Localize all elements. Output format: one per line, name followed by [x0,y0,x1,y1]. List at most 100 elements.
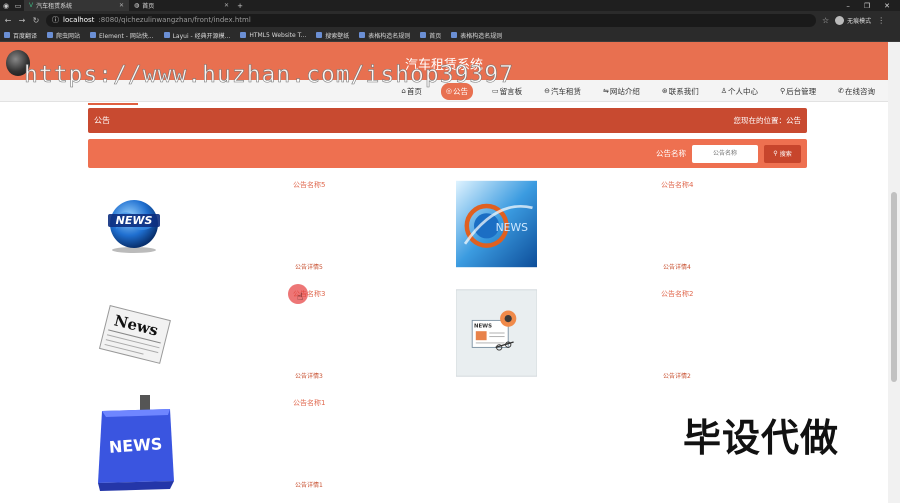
browser-settings-icon[interactable]: ◉ [0,0,12,11]
maximize-icon[interactable]: ❐ [864,2,870,10]
car-icon: ⊖ [544,87,550,95]
notice-icon: ◎ [445,87,452,95]
bookmark-item[interactable]: Element - 网站快... [90,31,154,40]
bookmark-label: 首页 [429,32,442,40]
incognito-icon [835,15,845,25]
back-icon[interactable]: ← [4,16,12,25]
minimize-icon[interactable]: – [846,2,850,10]
notice-card[interactable]: NEWS 公告名称1 公告详情1 [88,395,448,503]
nav-item[interactable]: ⇋ 网站介绍 [600,84,643,99]
svg-text:NEWS: NEWS [108,434,163,457]
notice-card[interactable]: NEWS 公告名称4 公告详情4 [456,177,816,285]
browser-tab-title: 首页 [142,3,155,10]
nav-item-label: 汽车租赁 [550,86,581,96]
bookmark-star-icon[interactable]: ☆ [822,16,829,25]
close-window-icon[interactable]: ✕ [884,2,890,10]
search-icon: ⚲ [773,150,778,157]
nav-item[interactable]: ♙ 个人中心 [718,84,761,99]
bookmark-item[interactable]: 百度翻译 [4,31,37,40]
breadcrumb: 您现在的位置：公告 [733,116,802,125]
nav-item[interactable]: ⚲ 后台管理 [777,84,819,99]
browser-tab-active[interactable]: V 汽车租赁系统 ✕ [24,0,129,11]
notice-card[interactable]: NEWS 公告名称5 公告详情5 [88,177,448,285]
search-button-label: 搜索 [779,151,792,158]
notice-card[interactable]: NEWS 公告名称2 公告详情2 [456,286,816,394]
bookmark-label: 表格构造名规则 [460,32,503,40]
newspaper-image: News [98,305,171,364]
notice-name[interactable]: 公告名称1 [293,398,325,408]
scrollbar-thumb[interactable] [891,192,897,382]
bookmark-icon [240,32,247,38]
menu-icon[interactable]: ⋮ [877,16,885,25]
bookmark-icon [90,32,97,38]
notice-header-bar: 公告 您现在的位置：公告 [88,108,807,133]
admin-icon: ⚲ [779,87,786,95]
chat-icon: ✆ [838,87,844,95]
page-scrollbar[interactable] [888,42,900,503]
notice-detail: 公告详情3 [295,373,323,380]
url-field[interactable]: ⓘ localhost:8080/qichezulinwangzhan/fron… [46,13,816,27]
bookmark-label: HTML5 Website T... [249,31,307,39]
nav-item[interactable]: ⊖ 汽车租赁 [541,84,584,99]
notice-name[interactable]: 公告名称5 [293,180,325,190]
user-icon: ♙ [720,87,727,95]
bookmark-item[interactable]: 表格构造名规则 [359,31,410,40]
close-tab-icon[interactable]: ✕ [119,2,124,9]
bookmarks-bar: 百度翻译 爬虫网站 Element - 网站快... Layui - 经典开源模...… [0,29,900,42]
url-host: localhost [63,16,95,24]
bookmark-icon [4,32,10,38]
bookmark-icon [359,32,366,38]
home-icon: ⌂ [401,87,406,95]
watermark-text: https://www.huzhan.com/ishop39397 [24,62,514,89]
notice-name[interactable]: 公告名称4 [661,180,693,190]
incognito-indicator[interactable]: 无痕模式 [835,15,872,25]
notice-detail: 公告详情2 [663,373,691,380]
bookmark-item[interactable]: 表格构造名规则 [451,31,502,40]
search-label: 公告名称 [656,149,686,158]
bookmark-label: 搜索壁纸 [325,32,350,40]
nav-item[interactable]: ⊛ 联系我们 [659,84,702,99]
contact-icon: ⊛ [661,87,668,95]
site-info-icon[interactable]: ⓘ [52,15,59,25]
address-bar-row: ← → ↻ ⓘ localhost:8080/qichezulinwangzha… [0,11,900,29]
bookmark-icon [163,32,170,38]
nav-item[interactable]: ✆ 在线咨询 [835,84,878,99]
globe-news-image: NEWS [108,200,160,253]
info-icon: ⇋ [602,87,609,95]
reload-icon[interactable]: ↻ [32,16,40,25]
bookmark-icon [451,32,458,38]
tab-search-icon[interactable]: ▭ [12,0,24,11]
bookmark-item[interactable]: 爬虫网站 [47,31,80,40]
bookmark-label: 爬虫网站 [56,32,81,40]
bookmark-icon [47,32,54,38]
bookmark-label: Layui - 经典开源模... [172,32,231,40]
notice-detail: 公告详情5 [295,264,323,271]
incognito-label: 无痕模式 [847,17,872,25]
message-icon: ▭ [491,87,499,95]
bookmark-label: Element - 网站快... [99,32,154,40]
close-tab-icon[interactable]: ✕ [224,2,229,9]
search-bar: 公告名称 ⚲ 搜索 [88,139,807,168]
web-page: 汽车租赁系统 ⌂ 首页 ◎ 公告 ▭ 留言板 ⊖ 汽车租赁 ⇋ 网站介绍 ⊛ 联系我们 ♙ 个人中心 ⚲ 后台… [0,42,888,503]
svg-text:NEWS: NEWS [116,214,153,227]
forward-icon[interactable]: → [18,16,26,25]
window-controls: – ❐ ✕ [846,2,900,10]
blue-news-image: NEWS [456,180,537,268]
bookmark-item[interactable]: 搜索壁纸 [316,31,349,40]
svg-text:NEWS: NEWS [496,221,529,234]
notice-card[interactable]: News 公告名称3 公告详情3 [88,286,448,394]
nav-item-label: 后台管理 [786,86,817,96]
bookmark-item[interactable]: Layui - 经典开源模... [163,31,231,40]
browser-tab-bar: ◉ ▭ V 汽车租赁系统 ✕ ◍ 首页 ✕ + – ❐ ✕ [0,0,900,11]
bookmark-item[interactable]: 首页 [420,31,441,40]
search-input[interactable] [692,144,758,163]
bookmark-item[interactable]: HTML5 Website T... [240,32,306,39]
bookmark-label: 表格构造名规则 [368,32,411,40]
section-title: 公告 [94,116,110,125]
browser-tab[interactable]: ◍ 首页 ✕ [129,0,234,11]
nav-item-label: 个人中心 [727,86,758,96]
notice-name[interactable]: 公告名称2 [661,289,693,299]
new-tab-button[interactable]: + [234,0,246,11]
nav-item-label: 网站介绍 [609,86,640,96]
search-button[interactable]: ⚲ 搜索 [764,144,801,163]
